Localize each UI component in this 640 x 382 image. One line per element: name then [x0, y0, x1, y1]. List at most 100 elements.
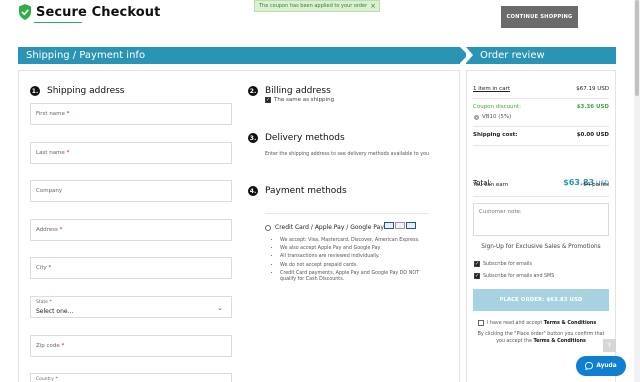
subscribe-sms-row[interactable]: ✓ Subscribe for emails and SMS — [474, 273, 554, 279]
address-label: Address — [36, 227, 58, 233]
amex-card-icon — [406, 222, 416, 229]
mastercard-icon — [395, 222, 405, 229]
terms-link[interactable]: Terms & Conditions — [544, 321, 596, 326]
logo-underline — [34, 22, 82, 23]
company-field[interactable]: Company — [30, 180, 232, 202]
divider — [473, 196, 609, 197]
state-value: Select one... — [36, 308, 74, 315]
subscribe-email-label: Subscribe for emails — [483, 261, 532, 267]
coupon-row: Coupon discount: $3.36 USD — [473, 104, 609, 110]
earn-points: 64 points — [583, 182, 609, 188]
help-button[interactable]: Ayuda — [576, 356, 626, 376]
payment-radio[interactable] — [265, 224, 271, 231]
payment-note: We also accept Apple Pay and Google Pay — [280, 246, 420, 252]
subscribe-email-row[interactable]: ✓ Subscribe for emails — [474, 261, 532, 267]
state-select[interactable]: State * Select one... ⌄ — [30, 296, 232, 318]
earn-label: You can earn — [473, 182, 509, 188]
coupon-label: Coupon discount: — [473, 104, 522, 110]
chat-bubble-icon — [585, 362, 594, 370]
logo[interactable]: Secure Checkout — [18, 4, 160, 20]
zip-code-label: Zip code — [36, 343, 60, 349]
same-as-shipping-row[interactable]: ✓ The same as shipping — [265, 97, 334, 103]
payment-note: Credit Card payments, Apple Pay and Goog… — [280, 271, 420, 283]
country-select[interactable]: Country * — [30, 373, 232, 382]
subscribe-sms-label: Subscribe for emails and SMS — [483, 273, 555, 279]
step-number-4: 4. — [248, 186, 258, 196]
same-as-shipping-checkbox[interactable]: ✓ — [265, 97, 271, 103]
same-as-shipping-label: The same as shipping — [274, 97, 335, 103]
divider — [473, 126, 609, 127]
payment-option-label: Credit Card / Apple Pay / Google Pay — [275, 224, 384, 231]
required-mark: * — [55, 377, 58, 382]
payment-option-credit-card[interactable]: Credit Card / Apple Pay / Google Pay — [265, 224, 384, 231]
required-mark: * — [49, 300, 52, 305]
subscribe-email-checkbox[interactable]: ✓ — [474, 261, 480, 267]
address-field[interactable]: Address * — [30, 219, 232, 241]
continue-shopping-button[interactable]: CONTINUE SHOPPING — [501, 6, 578, 28]
items-in-cart-link[interactable]: 1 item in cart — [473, 86, 510, 92]
order-disclaimer: By clicking the "Place order" button you… — [473, 332, 609, 345]
coupon-code-text: VB10 (5%) — [482, 114, 512, 120]
payment-notes: We accept: Visa, Mastercard, Discover, A… — [280, 238, 420, 285]
payment-divider — [265, 213, 429, 214]
shipping-cost-value: $0.00 USD — [576, 132, 609, 138]
section-title-order-review: Order review — [466, 47, 616, 64]
required-mark: * — [59, 227, 63, 233]
divider — [473, 145, 609, 146]
coupon-toast: The coupon has been applied to your orde… — [254, 0, 380, 12]
section-notch — [466, 47, 473, 63]
first-name-field[interactable]: First name * — [30, 103, 232, 125]
required-mark: * — [61, 343, 65, 349]
country-label: Country — [36, 377, 54, 382]
visa-card-icon — [384, 222, 394, 229]
shipping-cost-row: Shipping cost: $0.00 USD — [473, 132, 609, 138]
points-row: You can earn 64 points — [473, 182, 609, 188]
remove-coupon-icon[interactable]: × — [474, 114, 479, 120]
state-label: State — [36, 300, 48, 305]
payment-note: All transactions are reviewed individual… — [280, 254, 420, 260]
step-number-2: 2. — [248, 86, 258, 96]
shield-check-icon — [19, 4, 31, 20]
first-name-label: First name — [36, 111, 65, 117]
terms-row[interactable]: I have read and accept Terms & Condition… — [478, 320, 596, 326]
terms-prefix: I have read and accept — [487, 320, 543, 326]
items-row: 1 item in cart $67.19 USD — [473, 86, 609, 92]
step-number-3: 3. — [248, 133, 258, 143]
delivery-note: Enter the shipping address to see delive… — [265, 152, 430, 157]
terms-checkbox[interactable] — [478, 320, 484, 326]
delivery-methods-title: Delivery methods — [265, 133, 345, 143]
billing-address-title: Billing address — [265, 86, 331, 96]
last-name-label: Last name — [36, 150, 65, 156]
zip-code-field[interactable]: Zip code * — [30, 335, 232, 357]
payment-note: We accept: Visa, Mastercard, Discover, A… — [280, 238, 420, 244]
scrollbar-thumb[interactable] — [635, 0, 639, 96]
card-logos — [384, 222, 416, 229]
chevron-down-icon: ⌄ — [217, 304, 223, 312]
city-label: City — [36, 265, 47, 271]
last-name-field[interactable]: Last name * — [30, 142, 232, 164]
place-order-button[interactable]: PLACE ORDER: $63.83 USD — [473, 289, 609, 311]
coupon-value: $3.36 USD — [576, 104, 609, 110]
disclaimer-terms-link[interactable]: Terms & Conditions — [533, 339, 585, 344]
coupon-code: × VB10 (5%) — [474, 114, 511, 120]
help-label: Ayuda — [596, 363, 617, 369]
payment-note: We do not accept prepaid cards. — [280, 263, 420, 269]
required-mark: * — [66, 111, 70, 117]
section-title-shipping-payment: Shipping / Payment info — [18, 47, 460, 64]
divider — [473, 98, 609, 99]
required-mark: * — [66, 150, 70, 156]
items-subtotal: $67.19 USD — [576, 86, 609, 92]
logo-text: Secure Checkout — [36, 4, 161, 20]
step-number-1: 1. — [30, 86, 40, 96]
toast-message: The coupon has been applied to your orde… — [259, 3, 368, 9]
close-icon[interactable]: × — [370, 2, 376, 10]
signup-title: Sign-Up for Exclusive Sales & Promotions — [481, 244, 601, 250]
subscribe-sms-checkbox[interactable]: ✓ — [474, 273, 480, 279]
shipping-cost-label: Shipping cost: — [473, 132, 518, 138]
payment-methods-title: Payment methods — [265, 186, 347, 196]
company-label: Company — [36, 188, 63, 194]
city-field[interactable]: City * — [30, 257, 232, 279]
scroll-to-top-icon[interactable]: ↑ — [603, 339, 616, 352]
shipping-address-title: Shipping address — [47, 86, 125, 96]
customer-note-textarea[interactable]: Customer note: — [473, 203, 609, 236]
